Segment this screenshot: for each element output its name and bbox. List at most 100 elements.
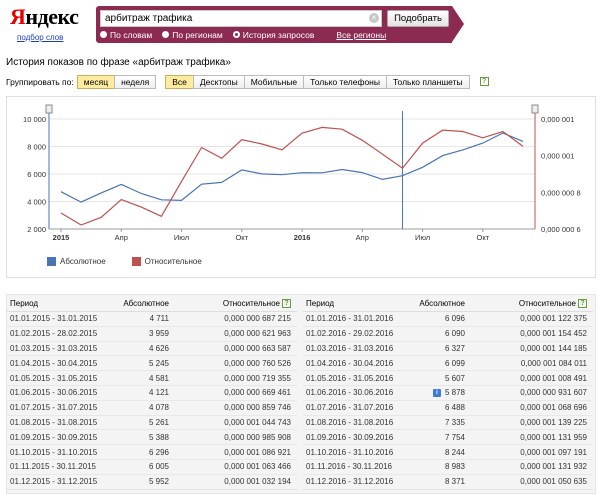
search-button[interactable]: Подобрать (387, 10, 449, 27)
search-mode-radios: По словам По регионам История запросов В… (100, 29, 450, 40)
cell-period: 01.09.2015 - 30.09.2015 (10, 432, 98, 442)
radio-dot-icon (162, 31, 170, 38)
x-tick-label: Июл (174, 233, 189, 242)
table-row: 01.11.2016 - 30.11.2016 8 983 0,000 001 13… (303, 460, 593, 475)
table-row: 01.12.2015 - 31.12.2015 5 952 0,000 001 03… (7, 475, 297, 490)
legend-swatch-relative (131, 257, 141, 266)
radio-dot-checked-icon (232, 31, 240, 38)
table-row: 01.04.2015 - 30.04.2015 5 245 0,000 000 76… (7, 356, 297, 372)
device-mobile-button[interactable]: Мобильные (243, 74, 305, 89)
device-switch: Все Десктопы Мобильные Только телефоны Т… (165, 74, 470, 89)
device-tablets-button[interactable]: Только планшеты (386, 74, 470, 89)
cell-period: 01.08.2015 - 31.08.2015 (10, 417, 98, 427)
table-row: 01.01.2016 - 31.01.2016 6 096 0,000 001 12… (303, 312, 593, 327)
radio-by-regions[interactable]: По регионам (162, 30, 223, 40)
cell-abs: 7 335 (444, 417, 465, 427)
radio-by-words[interactable]: По словам (100, 30, 152, 40)
cell-abs: 8 244 (444, 447, 465, 457)
cell-period: 01.02.2016 - 29.02.2016 (306, 329, 394, 339)
cell-period: 01.07.2016 - 31.07.2016 (306, 403, 394, 413)
cell-abs: 6 099 (444, 358, 465, 368)
cell-rel: 0,000 000 760 526 (224, 358, 291, 368)
device-desktop-button[interactable]: Десктопы (192, 74, 245, 89)
radio-dot-icon (100, 31, 107, 38)
period-month-button[interactable]: месяц (76, 74, 116, 89)
legend-item-absolute[interactable]: Абсолютное (47, 257, 106, 266)
y-right-tick-label: 0,000 001 (541, 152, 574, 161)
page-title: История показов по фразе «арбитраж трафи… (6, 57, 231, 68)
wordstat-link[interactable]: подбор слов (17, 33, 63, 42)
series-line-relative (60, 126, 524, 226)
logo-rest: ндекс (25, 4, 79, 29)
cell-period: 01.12.2016 - 31.12.2016 (306, 477, 394, 487)
cell-rel: 0,000 001 008 491 (520, 373, 587, 383)
cell-period: 01.03.2015 - 31.03.2015 (10, 343, 98, 353)
header-period: Период (10, 298, 39, 308)
cell-rel: 0,000 001 144 185 (520, 343, 587, 353)
y-left-tick-label: 10 000 (23, 115, 46, 124)
cell-rel: 0,000 001 063 466 (224, 462, 291, 472)
cell-abs: 4 581 (148, 373, 169, 383)
cell-period: 01.06.2015 - 30.06.2015 (10, 388, 98, 398)
info-icon[interactable]: i (433, 388, 441, 397)
x-tick-label: 2016 (294, 233, 311, 242)
search-input[interactable] (100, 10, 382, 27)
radio-query-history[interactable]: История запросов (232, 30, 314, 40)
history-chart[interactable]: 2 000 4 000 6 000 8 000 10 000 0,000 000 6 0,0… (7, 97, 595, 277)
right-range-handle (531, 104, 539, 114)
table-row: 01.02.2015 - 28.02.2015 3 959 0,000 000 62… (7, 327, 297, 342)
cell-rel: 0,000 000 687 215 (224, 314, 291, 324)
cell-rel: 0,000 000 621 963 (224, 329, 291, 339)
y-left-tick-label: 4 000 (27, 198, 46, 207)
all-regions-link[interactable]: Все регионы (336, 30, 386, 40)
legend-item-relative[interactable]: Относительное (131, 257, 202, 266)
help-icon[interactable]: ? (282, 298, 291, 308)
header-relative: Относительное? (465, 298, 590, 308)
cell-period: 01.04.2016 - 30.04.2016 (306, 358, 394, 368)
cell-rel: 0,000 001 131 932 (520, 462, 587, 472)
cell-abs: 6 096 (444, 314, 465, 324)
table-row: 01.06.2016 - 30.06.2016 5 878 0,000 000 93… (303, 386, 593, 401)
table-row: 01.07.2015 - 31.07.2015 4 078 0,000 000 85… (7, 401, 297, 416)
cell-rel: 0,000 001 097 191 (520, 447, 587, 457)
cell-abs: 8 371 (444, 477, 465, 487)
device-phones-button[interactable]: Только телефоны (303, 74, 387, 89)
cell-abs: 6 005 (148, 462, 169, 472)
cell-rel: 0,000 001 068 696 (520, 403, 587, 413)
logo-first-letter: Я (10, 4, 26, 29)
x-tick-label: Июл (415, 233, 430, 242)
period-week-button[interactable]: неделя (114, 74, 157, 89)
table-row: 01.10.2015 - 31.10.2015 6 296 0,000 001 08… (7, 445, 297, 460)
search-panel: × Подобрать По словам По регионам Истори… (96, 6, 464, 43)
header-absolute: Абсолютное (419, 298, 465, 308)
cell-abs: 5 261 (148, 417, 169, 427)
cell-rel: 0,000 000 985 908 (224, 432, 291, 442)
yandex-logo[interactable]: Яндекс (10, 4, 79, 30)
series-line-absolute (60, 132, 524, 203)
cell-period: 01.10.2015 - 31.10.2015 (10, 447, 98, 457)
cell-abs: 4 078 (148, 403, 169, 413)
x-tick-label: Окт (477, 233, 490, 242)
cell-period: 01.06.2016 - 30.06.2016 (306, 388, 394, 398)
chart-legend: Абсолютное Относительное (47, 257, 228, 266)
table-row: 01.10.2016 - 31.10.2016 8 244 0,000 001 09… (303, 445, 593, 460)
help-icon[interactable]: ? (479, 77, 489, 86)
cell-rel: 0,000 000 859 746 (224, 403, 291, 413)
clear-icon[interactable]: × (369, 13, 379, 23)
left-range-handle (45, 104, 53, 114)
device-all-button[interactable]: Все (165, 74, 194, 89)
cell-rel: 0,000 001 084 011 (520, 358, 587, 368)
table-row: 01.09.2016 - 30.09.2016 7 754 0,000 001 13… (303, 430, 593, 446)
table-row: 01.04.2016 - 30.04.2016 6 099 0,000 001 08… (303, 356, 593, 372)
cell-period: 01.07.2015 - 31.07.2015 (10, 403, 98, 413)
legend-swatch-absolute (47, 257, 56, 266)
help-icon[interactable]: ? (578, 298, 587, 308)
y-left-tick-label: 2 000 (27, 225, 46, 234)
cell-rel: 0,000 001 086 921 (224, 447, 291, 457)
table-row: 01.09.2015 - 30.09.2015 5 388 0,000 000 98… (7, 430, 297, 446)
cell-rel: 0,000 001 032 194 (224, 477, 291, 487)
table-row: 01.03.2016 - 31.03.2016 6 327 0,000 001 14… (303, 342, 593, 357)
cell-period: 01.01.2015 - 31.01.2015 (10, 314, 98, 324)
cell-abs: 5 607 (444, 373, 465, 383)
y-right-tick-label: 0,000 000 8 (541, 188, 581, 197)
